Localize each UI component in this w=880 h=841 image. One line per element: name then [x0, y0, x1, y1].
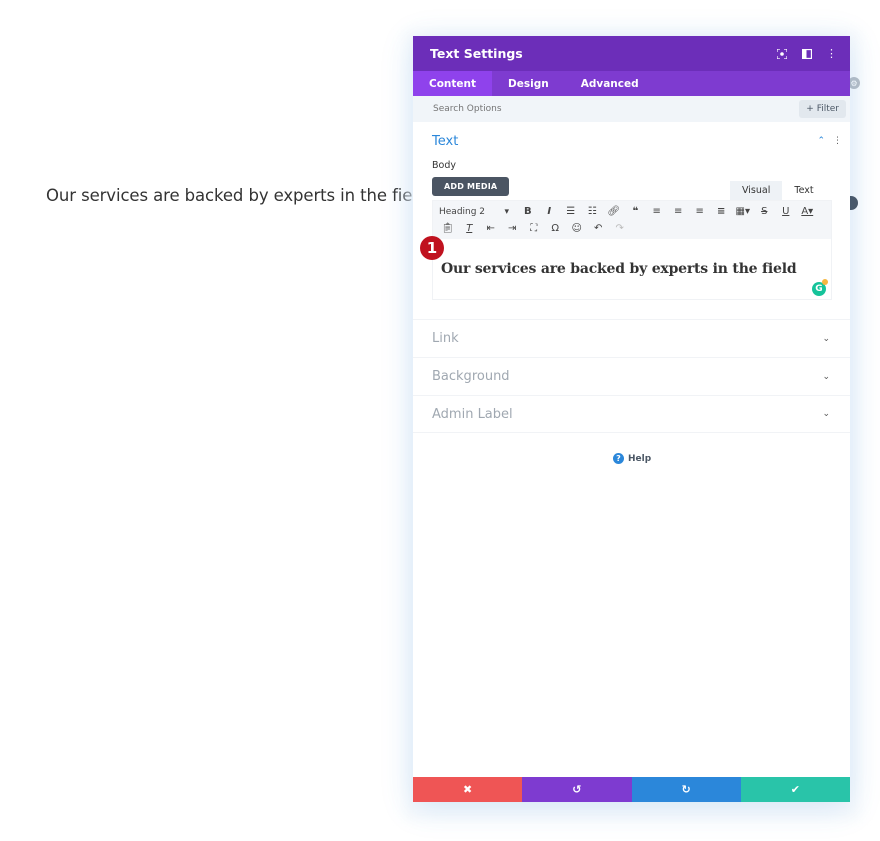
section-link[interactable]: Link ⌄	[413, 319, 850, 357]
redo-button[interactable]: ↻	[631, 777, 741, 802]
panel-header[interactable]: Text Settings ⋮	[413, 36, 850, 71]
save-button[interactable]: ✔	[740, 777, 850, 802]
text-color-icon[interactable]: A▾	[797, 206, 819, 217]
section-more-icon[interactable]: ⋮	[833, 136, 842, 146]
section-admin-label-label: Admin Label	[432, 406, 513, 422]
check-icon: ✔	[790, 783, 800, 796]
align-right-icon[interactable]: ≡	[689, 206, 711, 217]
tab-content[interactable]: Content	[413, 71, 493, 96]
help-link[interactable]: ? Help	[613, 453, 651, 464]
tab-advanced[interactable]: Advanced	[565, 71, 655, 96]
section-background[interactable]: Background ⌄	[413, 357, 850, 395]
chevron-down-icon: ⌄	[822, 409, 830, 419]
tab-design[interactable]: Design	[492, 71, 565, 96]
text-section-header[interactable]: Text ⌃ ⋮	[413, 122, 850, 160]
search-bar: + Filter	[413, 96, 850, 122]
italic-icon[interactable]: I	[539, 206, 561, 217]
bold-icon[interactable]: B	[517, 206, 539, 217]
justify-icon[interactable]: ≡	[711, 206, 733, 217]
format-select[interactable]: Heading 2 ▾	[437, 207, 517, 217]
undo-icon: ↺	[572, 783, 582, 796]
more-options-icon[interactable]: ⋮	[819, 36, 844, 71]
blockquote-icon[interactable]: ❝	[625, 206, 647, 217]
help-label: Help	[628, 453, 652, 464]
table-icon[interactable]: ▦▾	[732, 206, 754, 217]
focus-icon[interactable]	[769, 36, 794, 71]
body-label: Body	[432, 160, 456, 171]
numbered-list-icon[interactable]: ☷	[582, 206, 604, 217]
panel-title: Text Settings	[430, 46, 523, 61]
tab-text[interactable]: Text	[782, 181, 825, 200]
editor-mode-tabs: Visual Text	[730, 181, 826, 200]
text-settings-panel: Text Settings ⋮ Content Design Advanced …	[413, 36, 850, 802]
align-left-icon[interactable]: ≡	[646, 206, 668, 217]
text-section-title: Text	[432, 133, 459, 149]
grammarly-notification-dot	[822, 279, 828, 285]
split-view-icon[interactable]	[794, 36, 819, 71]
undo-button[interactable]: ↺	[522, 777, 632, 802]
link-icon[interactable]: 🔗︎	[603, 206, 625, 217]
align-center-icon[interactable]: ≡	[668, 206, 690, 217]
redo-icon[interactable]: ↷	[609, 223, 631, 234]
rich-text-editor[interactable]: Heading 2 ▾ B I ☰ ☷ 🔗︎ ❝ ≡ ≡ ≡ ≡ ▦▾ S U A…	[432, 200, 832, 300]
outdent-icon[interactable]: ⇤	[480, 223, 502, 234]
clear-format-icon[interactable]: T	[459, 223, 481, 234]
cancel-button[interactable]: ✖	[413, 777, 523, 802]
help-icon: ?	[613, 453, 624, 464]
section-background-label: Background	[432, 369, 510, 384]
chevron-up-icon[interactable]: ⌃	[817, 136, 825, 146]
chevron-down-icon: ▾	[504, 206, 509, 217]
tab-bar: Content Design Advanced	[413, 71, 850, 96]
fullscreen-icon[interactable]: ⛶	[523, 223, 545, 234]
format-select-value: Heading 2	[439, 206, 486, 217]
redo-icon: ↻	[681, 783, 691, 796]
search-input[interactable]	[431, 103, 800, 115]
panel-footer: ✖ ↺ ↻ ✔	[413, 777, 850, 802]
chevron-down-icon: ⌄	[822, 333, 830, 344]
undo-icon[interactable]: ↶	[588, 223, 610, 234]
strikethrough-icon[interactable]: S	[754, 206, 776, 217]
editor-content[interactable]: Our services are backed by experts in th…	[433, 239, 831, 277]
section-admin-label[interactable]: Admin Label ⌄	[413, 395, 850, 433]
underline-icon[interactable]: U	[775, 206, 797, 217]
add-media-button[interactable]: ADD MEDIA	[432, 177, 510, 196]
bullet-list-icon[interactable]: ☰	[560, 206, 582, 217]
indent-icon[interactable]: ⇥	[502, 223, 524, 234]
emoji-icon[interactable]: ☺	[566, 223, 588, 234]
chevron-down-icon: ⌄	[822, 371, 830, 382]
editor-toolbar: Heading 2 ▾ B I ☰ ☷ 🔗︎ ❝ ≡ ≡ ≡ ≡ ▦▾ S U A…	[433, 201, 831, 239]
step-badge: 1	[420, 236, 444, 260]
close-icon: ✖	[463, 783, 473, 796]
paste-icon[interactable]: 📋︎	[437, 223, 459, 234]
tab-visual[interactable]: Visual	[730, 181, 783, 200]
section-link-label: Link	[432, 331, 459, 346]
special-char-icon[interactable]: Ω	[545, 223, 567, 234]
page-body-text: Our services are backed by experts in th…	[46, 186, 428, 205]
filter-button[interactable]: + Filter	[799, 100, 846, 118]
